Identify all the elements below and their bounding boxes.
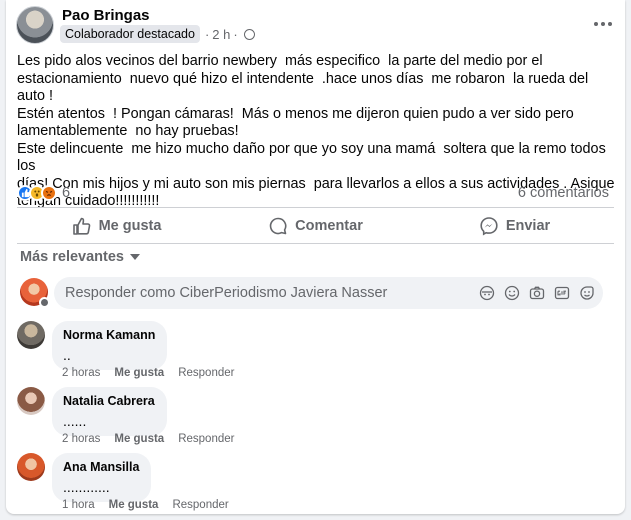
public-globe-icon xyxy=(243,28,255,40)
contributor-badge[interactable]: Colaborador destacado xyxy=(60,25,200,43)
comment-text: ...... xyxy=(63,413,87,429)
commenter-name[interactable]: Norma Kamann xyxy=(63,328,155,342)
messenger-icon xyxy=(480,217,498,236)
post-time[interactable]: 2 h xyxy=(212,27,230,42)
commenter-name[interactable]: Ana Mansilla xyxy=(63,460,139,474)
camera-icon[interactable] xyxy=(529,285,545,301)
author-avatar[interactable] xyxy=(16,6,54,44)
caret-down-icon xyxy=(129,254,140,260)
send-label: Enviar xyxy=(505,218,551,234)
comment-count[interactable]: 6 comentarios xyxy=(518,185,609,201)
comment-text: .. xyxy=(63,347,71,363)
gif-icon[interactable] xyxy=(554,285,570,301)
comment-composer xyxy=(20,277,603,311)
meta-separator: · xyxy=(233,26,238,42)
comment-text: ............ xyxy=(63,479,110,495)
commenter-avatar[interactable] xyxy=(17,321,45,349)
reactions-row: 6 6 comentarios xyxy=(17,183,609,203)
sort-label: Más relevantes xyxy=(20,249,124,265)
comment-time[interactable]: 2 horas xyxy=(62,367,100,379)
divider xyxy=(17,207,614,208)
comment-time[interactable]: 2 horas xyxy=(62,433,100,445)
comment-item: Norma Kamann .. 2 horas Me gusta Respond… xyxy=(17,321,614,381)
switch-profile-icon[interactable] xyxy=(39,297,50,308)
comment-bubble-icon xyxy=(269,217,287,235)
comment-reply-button[interactable]: Responder xyxy=(178,367,234,379)
like-label: Me gusta xyxy=(98,218,162,234)
commenter-name[interactable]: Natalia Cabrera xyxy=(63,394,155,408)
emoji-icon[interactable] xyxy=(504,285,520,301)
comment-sort-dropdown[interactable]: Más relevantes xyxy=(20,249,140,265)
comment-like-button[interactable]: Me gusta xyxy=(114,433,164,445)
comment-item: Ana Mansilla ............ 1 hora Me gust… xyxy=(17,453,614,513)
comment-time[interactable]: 1 hora xyxy=(62,499,95,511)
meta-separator: · xyxy=(204,26,210,42)
comment-bubble: Ana Mansilla ............ xyxy=(52,453,152,502)
angry-icon[interactable] xyxy=(41,185,57,201)
comment-button[interactable]: Comentar xyxy=(216,210,415,242)
commenter-avatar[interactable] xyxy=(17,453,45,481)
comment-meta: 1 hora Me gusta Responder xyxy=(62,499,243,511)
comment-meta: 2 horas Me gusta Responder xyxy=(62,433,248,445)
comment-like-button[interactable]: Me gusta xyxy=(114,367,164,379)
divider xyxy=(17,243,614,244)
comment-meta: 2 horas Me gusta Responder xyxy=(62,367,248,379)
post-meta: Colaborador destacado · 2 h · xyxy=(60,25,255,43)
comment-reply-button[interactable]: Responder xyxy=(172,499,228,511)
reaction-count[interactable]: 6 xyxy=(62,185,70,201)
post-card: Pao Bringas Colaborador destacado · 2 h … xyxy=(6,0,625,514)
comment-bubble: Natalia Cabrera ...... xyxy=(52,387,167,436)
comment-bubble: Norma Kamann .. xyxy=(52,321,168,370)
send-button[interactable]: Enviar xyxy=(415,210,614,242)
post-actions: Me gusta Comentar Enviar xyxy=(17,210,614,242)
commenter-avatar[interactable] xyxy=(17,387,45,415)
more-options-icon[interactable] xyxy=(591,16,615,32)
comment-like-button[interactable]: Me gusta xyxy=(109,499,159,511)
comment-reply-button[interactable]: Responder xyxy=(178,433,234,445)
like-button[interactable]: Me gusta xyxy=(17,210,216,242)
thumbs-up-icon xyxy=(72,217,90,235)
sticker-icon[interactable] xyxy=(579,285,595,301)
avatar-sticker-icon[interactable] xyxy=(479,285,495,301)
comment-item: Natalia Cabrera ...... 2 horas Me gusta … xyxy=(17,387,614,447)
author-name[interactable]: Pao Bringas xyxy=(62,7,150,24)
composer-icons xyxy=(470,285,595,301)
post-header: Pao Bringas Colaborador destacado · 2 h … xyxy=(16,6,615,46)
comment-label: Comentar xyxy=(295,218,363,234)
